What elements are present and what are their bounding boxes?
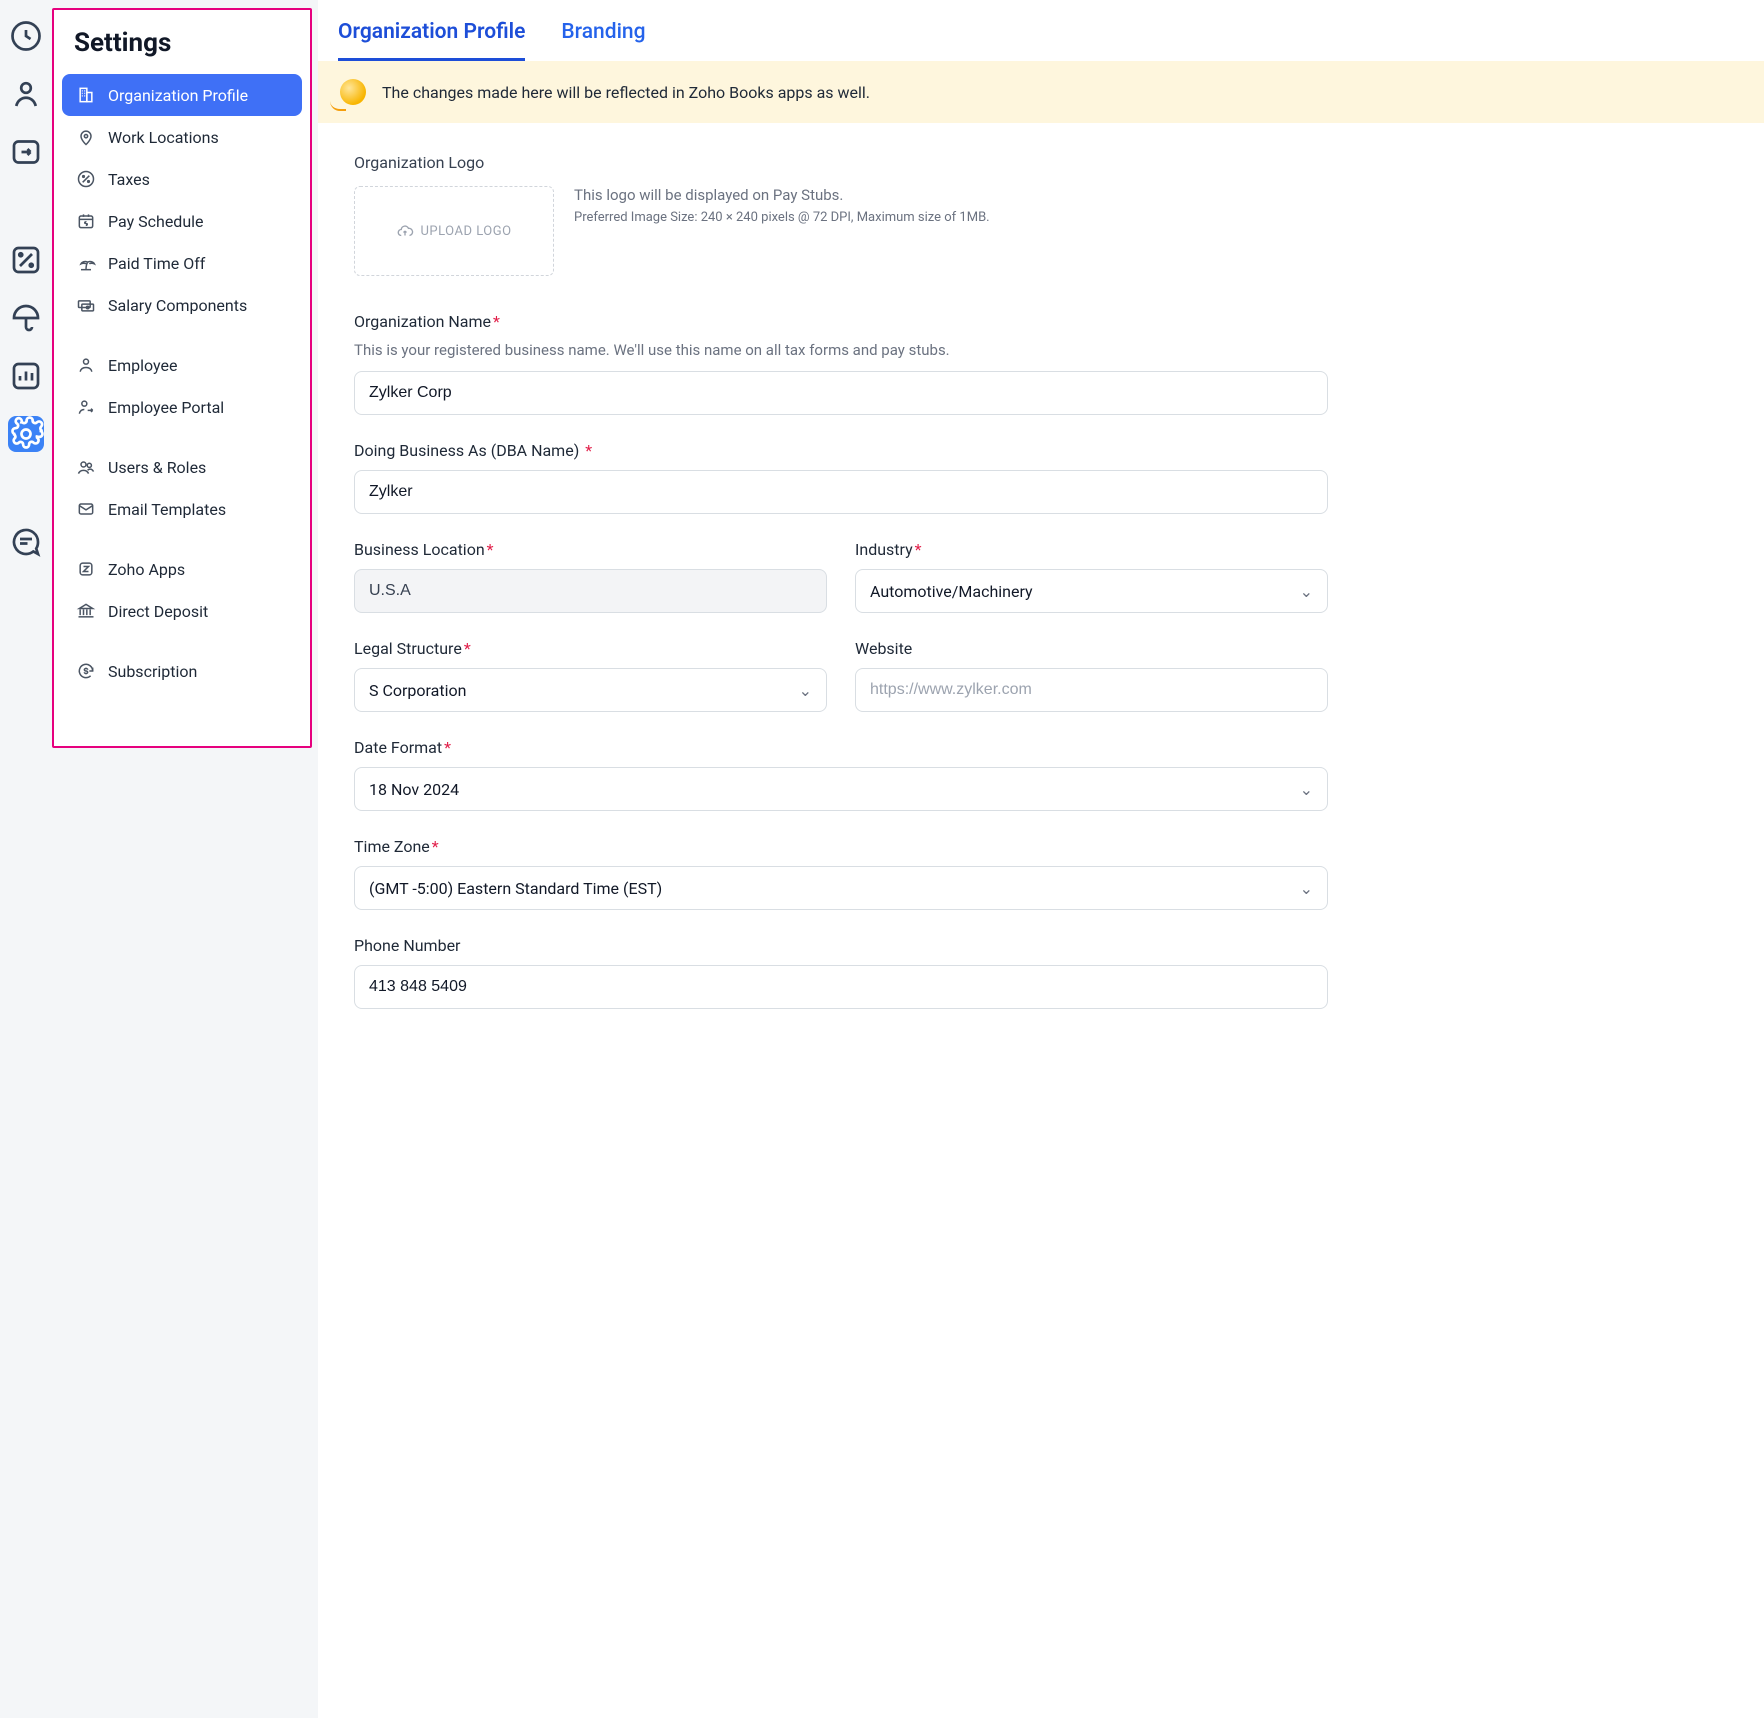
sidebar-item-subscription[interactable]: Subscription: [62, 650, 302, 692]
business-location-input: [354, 569, 827, 613]
pin-icon: [76, 127, 96, 147]
dba-label: Doing Business As (DBA Name) *: [354, 441, 1328, 460]
industry-value: Automotive/Machinery: [870, 582, 1033, 601]
website-label: Website: [855, 639, 1328, 658]
sidebar-item-label: Direct Deposit: [108, 602, 208, 621]
sidebar-item-paid-time-off[interactable]: Paid Time Off: [62, 242, 302, 284]
sidebar-item-label: Zoho Apps: [108, 560, 185, 579]
sidebar-item-label: Users & Roles: [108, 458, 206, 477]
umbrella-icon[interactable]: [8, 300, 44, 336]
chevron-down-icon: ⌄: [1300, 582, 1313, 601]
logo-hint-1: This logo will be displayed on Pay Stubs…: [574, 186, 990, 204]
industry-label: Industry*: [855, 540, 1328, 559]
cloud-upload-icon: [396, 222, 414, 240]
org-name-label: Organization Name*: [354, 312, 1328, 331]
user-arrow-icon: [76, 397, 96, 417]
chevron-down-icon: ⌄: [1300, 780, 1313, 799]
sidebar-item-employee[interactable]: Employee: [62, 344, 302, 386]
chevron-down-icon: ⌄: [1300, 879, 1313, 898]
legal-structure-select[interactable]: S Corporation ⌄: [354, 668, 827, 712]
sidebar-item-users-roles[interactable]: Users & Roles: [62, 446, 302, 488]
percent-circle-icon: [76, 169, 96, 189]
phone-label: Phone Number: [354, 936, 1328, 955]
date-format-select[interactable]: 18 Nov 2024 ⌄: [354, 767, 1328, 811]
sidebar-item-label: Taxes: [108, 170, 150, 189]
sidebar-item-label: Employee Portal: [108, 398, 224, 417]
building-icon: [76, 85, 96, 105]
upload-logo-label: UPLOAD LOGO: [420, 224, 511, 239]
chat-icon[interactable]: [8, 524, 44, 560]
dba-input[interactable]: [354, 470, 1328, 514]
sidebar-item-label: Email Templates: [108, 500, 226, 519]
tab-organization-profile[interactable]: Organization Profile: [338, 20, 525, 61]
sidebar-item-label: Subscription: [108, 662, 197, 681]
sidebar-item-label: Organization Profile: [108, 86, 248, 105]
industry-select[interactable]: Automotive/Machinery ⌄: [855, 569, 1328, 613]
user-icon: [76, 355, 96, 375]
upload-logo-dropzone[interactable]: UPLOAD LOGO: [354, 186, 554, 276]
envelope-icon: [76, 499, 96, 519]
timezone-select[interactable]: (GMT -5:00) Eastern Standard Time (EST) …: [354, 866, 1328, 910]
legal-structure-label: Legal Structure*: [354, 639, 827, 658]
banner-text: The changes made here will be reflected …: [382, 83, 870, 102]
sidebar-item-label: Work Locations: [108, 128, 219, 147]
lightbulb-icon: [340, 79, 366, 105]
z-box-icon: [76, 559, 96, 579]
logo-heading: Organization Logo: [354, 153, 1328, 172]
dashboard-icon[interactable]: [8, 18, 44, 54]
website-input[interactable]: [855, 668, 1328, 712]
info-banner: The changes made here will be reflected …: [318, 61, 1764, 123]
timezone-label: Time Zone*: [354, 837, 1328, 856]
person-icon[interactable]: [8, 76, 44, 112]
chevron-down-icon: ⌄: [799, 681, 812, 700]
calendar-dollar-icon: [76, 211, 96, 231]
main-content: Organization Profile Branding The change…: [318, 0, 1764, 1718]
sidebar-item-pay-schedule[interactable]: Pay Schedule: [62, 200, 302, 242]
sidebar-item-work-locations[interactable]: Work Locations: [62, 116, 302, 158]
percent-icon[interactable]: [8, 242, 44, 278]
bar-chart-icon[interactable]: [8, 358, 44, 394]
legal-structure-value: S Corporation: [369, 681, 466, 700]
sidebar-item-label: Pay Schedule: [108, 212, 204, 231]
phone-input[interactable]: [354, 965, 1328, 1009]
inbox-arrow-icon[interactable]: [8, 134, 44, 170]
users-icon: [76, 457, 96, 477]
sidebar-item-salary-components[interactable]: Salary Components: [62, 284, 302, 326]
tabs: Organization Profile Branding: [318, 0, 1764, 61]
sidebar-item-employee-portal[interactable]: Employee Portal: [62, 386, 302, 428]
app-icon-rail: [0, 0, 52, 1718]
settings-sidebar: Settings Organization Profile Work Locat…: [52, 8, 312, 748]
org-name-input[interactable]: [354, 371, 1328, 415]
sidebar-item-label: Paid Time Off: [108, 254, 205, 273]
logo-hint-2: Preferred Image Size: 240 × 240 pixels @…: [574, 210, 990, 225]
sidebar-item-label: Employee: [108, 356, 177, 375]
business-location-label: Business Location*: [354, 540, 827, 559]
sidebar-item-direct-deposit[interactable]: Direct Deposit: [62, 590, 302, 632]
org-name-hint: This is your registered business name. W…: [354, 341, 1328, 359]
palm-icon: [76, 253, 96, 273]
cash-stack-icon: [76, 295, 96, 315]
timezone-value: (GMT -5:00) Eastern Standard Time (EST): [369, 879, 662, 898]
sidebar-item-zoho-apps[interactable]: Zoho Apps: [62, 548, 302, 590]
tab-branding[interactable]: Branding: [561, 20, 645, 61]
date-format-value: 18 Nov 2024: [369, 780, 459, 799]
sidebar-item-email-templates[interactable]: Email Templates: [62, 488, 302, 530]
dollar-refresh-icon: [76, 661, 96, 681]
settings-icon[interactable]: [8, 416, 44, 452]
date-format-label: Date Format*: [354, 738, 1328, 757]
bank-icon: [76, 601, 96, 621]
sidebar-item-organization-profile[interactable]: Organization Profile: [62, 74, 302, 116]
sidebar-title: Settings: [62, 28, 302, 74]
sidebar-item-label: Salary Components: [108, 296, 247, 315]
sidebar-item-taxes[interactable]: Taxes: [62, 158, 302, 200]
